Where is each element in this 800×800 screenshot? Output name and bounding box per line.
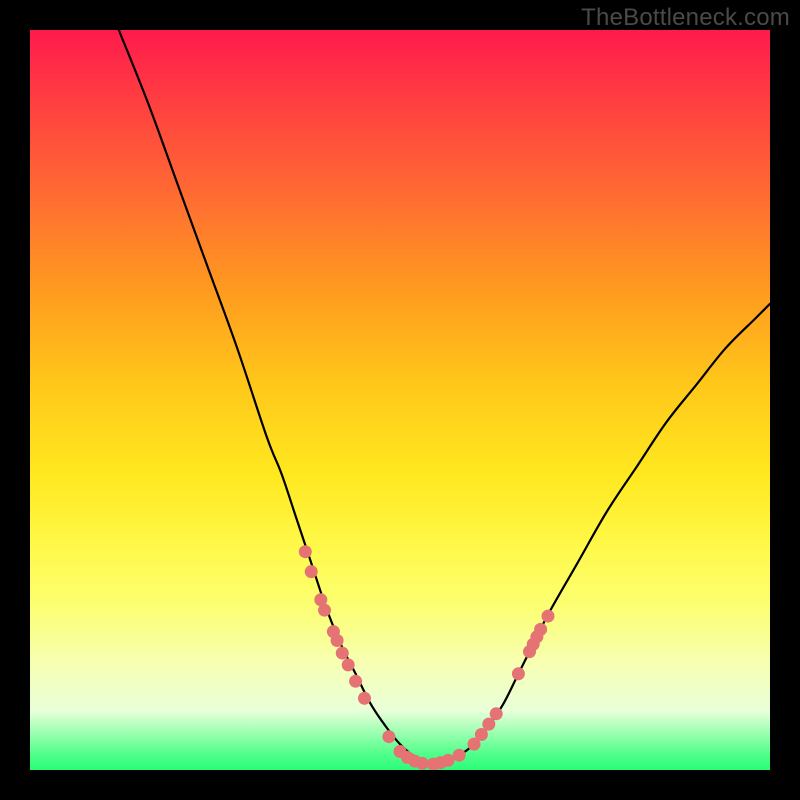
data-marker: [382, 730, 395, 743]
data-marker: [305, 565, 318, 578]
data-marker: [358, 692, 371, 705]
curve-left-curve: [119, 30, 430, 764]
data-marker: [349, 675, 362, 688]
data-marker: [453, 749, 466, 762]
data-marker: [490, 707, 503, 720]
data-marker: [342, 658, 355, 671]
data-marker: [442, 754, 455, 767]
data-marker: [318, 604, 331, 617]
data-marker: [331, 634, 344, 647]
data-marker: [542, 610, 555, 623]
chart-svg: [30, 30, 770, 770]
marker-group: [299, 545, 555, 770]
data-marker: [299, 545, 312, 558]
data-marker: [336, 647, 349, 660]
data-marker: [512, 667, 525, 680]
data-marker: [534, 623, 547, 636]
data-marker: [416, 757, 429, 770]
curve-right-curve: [430, 304, 770, 764]
chart-frame: TheBottleneck.com: [0, 0, 800, 800]
plot-area: [30, 30, 770, 770]
curve-group: [119, 30, 770, 764]
watermark-text: TheBottleneck.com: [581, 4, 790, 32]
